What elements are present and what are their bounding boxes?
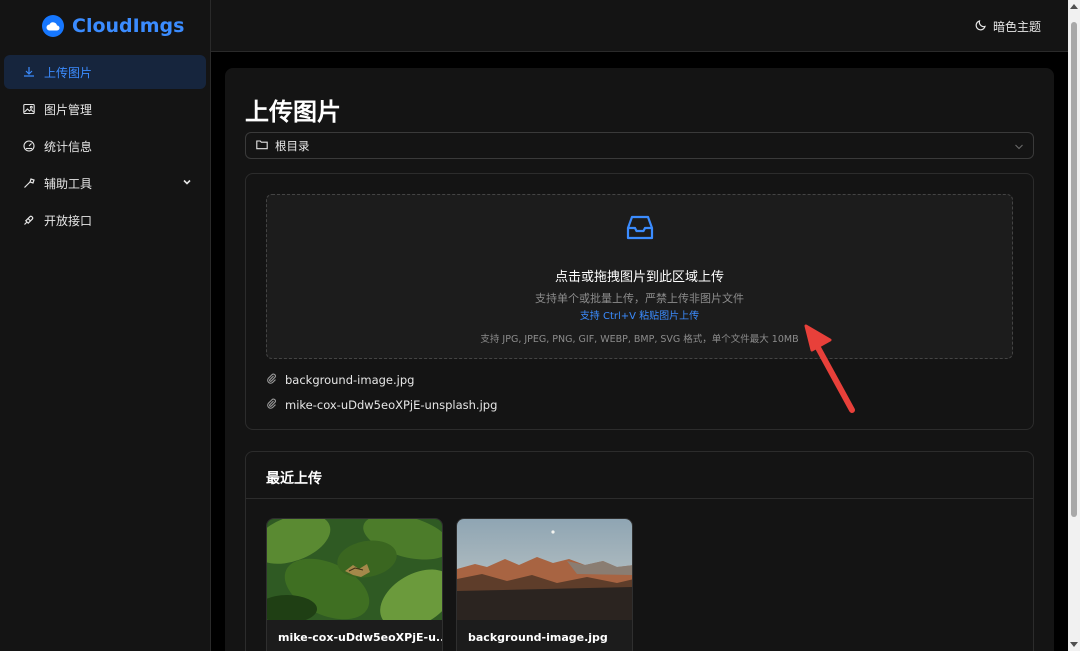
dropzone-title: 点击或拖拽图片到此区域上传 (554, 270, 724, 285)
moon-icon (975, 19, 987, 34)
chevron-down-icon (1014, 141, 1024, 155)
dashboard-icon (22, 140, 35, 153)
page-scrollbar[interactable] (1068, 0, 1080, 651)
dropzone-paste-hint: 支持 Ctrl+V 粘贴图片上传 (579, 311, 700, 322)
tool-icon (22, 177, 35, 190)
scroll-up-arrow-icon[interactable] (1070, 4, 1078, 9)
sidebar-item-label: 统计信息 (44, 139, 93, 154)
directory-select-value: 根目录 (275, 138, 310, 153)
divider (246, 498, 1033, 499)
recent-uploads-title: 最近上传 (266, 471, 322, 487)
upload-icon (22, 66, 35, 79)
sidebar-item-image-manage[interactable]: 图片管理 (4, 92, 206, 126)
page-title: 上传图片 (245, 98, 341, 126)
annotation-arrow-icon (800, 322, 862, 422)
mountain-photo-thumbnail[interactable] (457, 519, 632, 620)
file-name: background-image.jpg (285, 372, 415, 387)
recent-image-name: background-image.jpg (468, 631, 608, 644)
upload-card: 点击或拖拽图片到此区域上传 支持单个或批量上传，严禁上传非图片文件 支持 Ctr… (245, 173, 1034, 430)
recent-uploads-card: 最近上传 mike-cox-uDdw5eoXPjE-u... backgroun… (245, 451, 1034, 651)
scrollbar-thumb[interactable] (1071, 22, 1077, 517)
recent-image-card[interactable]: mike-cox-uDdw5eoXPjE-u... (266, 518, 443, 651)
sidebar-item-label: 上传图片 (44, 65, 93, 80)
brand-name: CloudImgs (72, 15, 185, 37)
inbox-icon (624, 212, 656, 248)
upload-dropzone[interactable]: 点击或拖拽图片到此区域上传 支持单个或批量上传，严禁上传非图片文件 支持 Ctr… (266, 194, 1013, 359)
list-item[interactable]: background-image.jpg (266, 367, 497, 392)
sidebar-item-label: 开放接口 (44, 213, 93, 228)
sidebar-item-statistics[interactable]: 统计信息 (4, 129, 206, 163)
list-item[interactable]: mike-cox-uDdw5eoXPjE-unsplash.jpg (266, 392, 497, 417)
chevron-down-icon[interactable] (182, 176, 192, 190)
sidebar-item-upload[interactable]: 上传图片 (4, 55, 206, 89)
theme-toggle-label: 暗色主题 (992, 20, 1041, 34)
dropzone-hint: 支持单个或批量上传，严禁上传非图片文件 (535, 292, 744, 305)
main-panel: 上传图片 根目录 点击或拖拽图片到此区域上传 支持单个或批量上传，严禁上传非图片… (225, 68, 1054, 651)
paperclip-icon (266, 398, 277, 412)
folder-icon (256, 139, 268, 153)
top-bar: 暗色主题 (211, 0, 1068, 52)
sidebar-item-open-api[interactable]: 开放接口 (4, 203, 206, 237)
sidebar-nav: 上传图片 图片管理 统计信息 辅助工具 开放接口 (0, 55, 210, 237)
recent-image-card[interactable]: background-image.jpg (456, 518, 633, 651)
sidebar: CloudImgs 上传图片 图片管理 统计信息 辅助工具 开放接口 (0, 0, 211, 651)
sidebar-item-tools[interactable]: 辅助工具 (4, 166, 206, 200)
cloud-logo-icon (42, 15, 64, 37)
upload-file-list: background-image.jpg mike-cox-uDdw5eoXPj… (266, 367, 497, 417)
scroll-down-arrow-icon[interactable] (1070, 642, 1078, 647)
sidebar-item-label: 图片管理 (44, 102, 93, 117)
directory-select[interactable]: 根目录 (245, 132, 1034, 159)
image-icon (22, 103, 35, 116)
recent-image-name: mike-cox-uDdw5eoXPjE-u... (278, 631, 443, 644)
paperclip-icon (266, 373, 277, 387)
theme-toggle-button[interactable]: 暗色主题 (975, 18, 1041, 35)
sidebar-item-label: 辅助工具 (44, 176, 93, 191)
logo[interactable]: CloudImgs (0, 0, 210, 52)
dropzone-formats: 支持 JPG, JPEG, PNG, GIF, WEBP, BMP, SVG 格… (480, 334, 799, 345)
leaf-photo-thumbnail[interactable] (267, 519, 442, 629)
api-icon (22, 214, 35, 227)
file-name: mike-cox-uDdw5eoXPjE-unsplash.jpg (285, 397, 498, 412)
